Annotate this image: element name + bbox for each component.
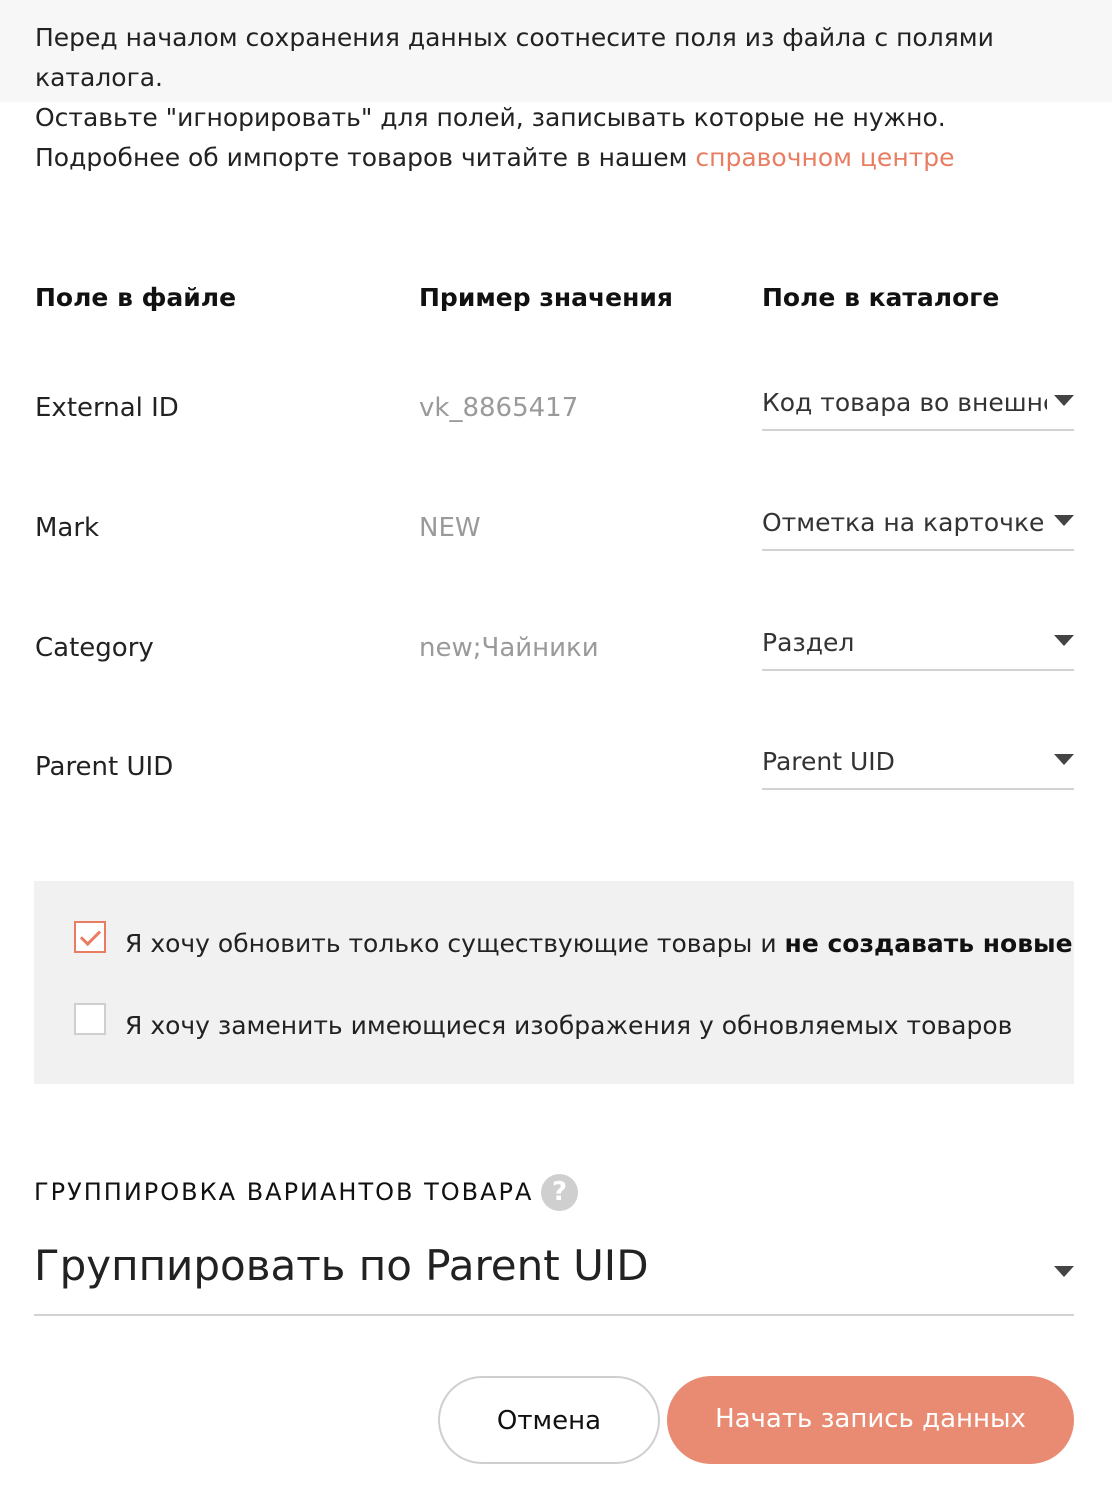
catalog-field-select[interactable]: Код товара во внешне [762,381,1074,431]
chevron-down-icon [1054,754,1074,765]
chevron-down-icon [1054,1266,1074,1277]
import-field-mapping-modal: Перед началом сохранения данных соотнеси… [0,0,1112,1494]
replace-images-label[interactable]: Я хочу заменить имеющиеся изображения у … [125,1006,1012,1046]
file-field-label: Category [35,633,154,663]
grouping-select-value: Группировать по Parent UID [34,1241,649,1290]
catalog-field-select-value: Раздел [762,628,855,657]
cancel-button[interactable]: Отмена [438,1376,660,1464]
help-text: Подробнее об импорте товаров читайте в н… [35,138,954,178]
chevron-down-icon [1054,635,1074,646]
intro-line-1: Перед началом сохранения данных соотнеси… [35,23,994,92]
import-page: Перед началом сохранения данных соотнеси… [0,0,1112,1494]
catalog-field-select-value: Отметка на карточке [762,508,1045,537]
column-header-sample: Пример значения [419,283,673,312]
sample-value: NEW [419,513,481,543]
file-field-label: Mark [35,513,100,543]
column-header-catalog-field: Поле в каталоге [762,283,1000,312]
sample-value: new;Чайники [419,633,599,663]
help-text-prefix: Подробнее об импорте товаров читайте в н… [35,143,696,172]
question-mark-icon[interactable]: ? [541,1174,578,1211]
catalog-field-select-value: Код товара во внешне [762,388,1047,417]
import-options-panel [34,881,1074,1084]
update-only-label[interactable]: Я хочу обновить только существующие това… [125,924,1073,964]
update-only-bold-text: не создавать новые [784,929,1073,958]
update-only-checkbox[interactable] [74,921,106,953]
catalog-field-select-value: Parent UID [762,747,895,776]
catalog-field-select[interactable]: Parent UID [762,740,1074,790]
start-import-button[interactable]: Начать запись данных [667,1376,1074,1464]
grouping-select[interactable]: Группировать по Parent UID [34,1236,1074,1316]
help-center-link[interactable]: справочном центре [695,143,954,172]
file-field-label: External ID [35,393,179,423]
grouping-section-title: ГРУППИРОВКА ВАРИАНТОВ ТОВАРА [34,1178,534,1206]
file-field-label: Parent UID [35,752,174,782]
catalog-field-select[interactable]: Раздел [762,621,1074,671]
chevron-down-icon [1054,515,1074,526]
intro-text: Перед началом сохранения данных соотнеси… [35,18,1095,138]
intro-line-2: Оставьте "игнорировать" для полей, запис… [35,103,946,132]
column-header-file-field: Поле в файле [35,283,237,312]
chevron-down-icon [1054,395,1074,406]
update-only-text: Я хочу обновить только существующие това… [125,929,785,958]
replace-images-checkbox[interactable] [74,1003,106,1035]
catalog-field-select[interactable]: Отметка на карточке [762,501,1074,551]
sample-value: vk_8865417 [419,393,579,423]
